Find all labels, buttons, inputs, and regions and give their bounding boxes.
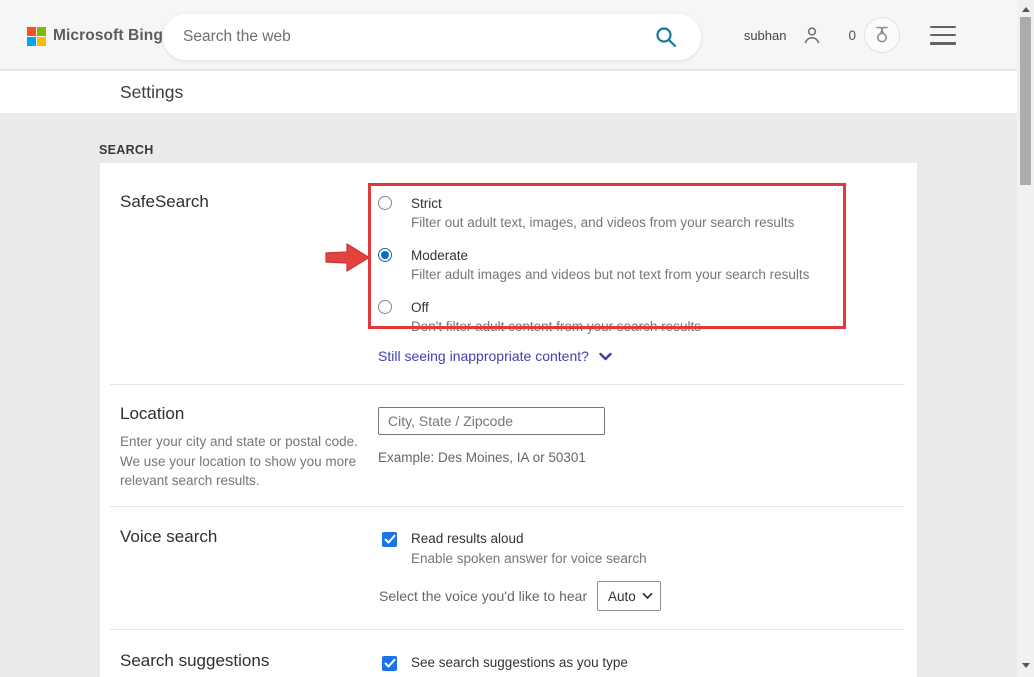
voice-search-heading: Voice search [120,527,217,547]
location-input[interactable] [378,407,605,435]
section-divider [110,506,905,507]
section-divider [110,384,905,385]
option-label: Strict [411,194,858,213]
checkmark-icon [384,658,396,669]
user-profile-icon[interactable] [802,25,822,45]
location-example: Example: Des Moines, IA or 50301 [378,450,586,465]
option-label: Moderate [411,246,858,265]
page-title: Settings [120,82,183,103]
chevron-down-icon [599,352,612,361]
safesearch-heading: SafeSearch [120,192,209,212]
search-section-header: SEARCH [99,143,154,157]
inappropriate-content-link[interactable]: Still seeing inappropriate content? [378,348,612,364]
settings-panel: SafeSearch Strict Filter out adult text,… [100,163,917,677]
vertical-scrollbar[interactable] [1017,0,1034,677]
hamburger-menu-icon[interactable] [930,26,956,45]
search-suggestions-checkbox[interactable] [382,656,397,671]
location-heading: Location [120,404,184,424]
rewards-count[interactable]: 0 [848,28,856,43]
safesearch-option-off[interactable]: Off Don't filter adult content from your… [378,298,858,337]
radio-strict[interactable] [378,196,392,210]
scrollbar-thumb[interactable] [1020,17,1031,185]
voice-select-dropdown[interactable]: Auto [597,581,661,611]
safesearch-option-strict[interactable]: Strict Filter out adult text, images, an… [378,194,858,233]
option-description: Filter out adult text, images, and video… [411,213,858,233]
search-icon[interactable] [653,24,679,50]
voice-select-label: Select the voice you'd like to hear [379,588,587,604]
top-header: Microsoft Bing Search the web subhan 0 [0,0,1034,70]
safesearch-option-moderate[interactable]: Moderate Filter adult images and videos … [378,246,858,285]
annotation-arrow-icon [324,240,372,281]
read-results-aloud-checkbox[interactable] [382,532,397,547]
scrollbar-down-arrow-icon[interactable] [1022,663,1030,668]
search-box[interactable]: Search the web [163,14,701,60]
radio-off[interactable] [378,300,392,314]
checkmark-icon [384,534,396,545]
chevron-down-icon [642,592,653,600]
option-description: Filter adult images and videos but not t… [411,265,858,285]
scrollbar-up-arrow-icon[interactable] [1022,7,1030,12]
microsoft-logo-icon [27,27,45,45]
rewards-medal-icon[interactable] [864,17,900,53]
section-divider [110,629,905,630]
option-description: Don't filter adult content from your sea… [411,317,858,337]
search-input[interactable]: Search the web [183,28,653,46]
voice-selected-value: Auto [608,589,636,604]
option-label: Off [411,298,858,317]
username-label[interactable]: subhan [744,28,787,43]
voice-checkbox-description: Enable spoken answer for voice search [411,551,647,566]
radio-moderate[interactable] [378,248,392,262]
location-description: Enter your city and state or postal code… [120,432,362,491]
suggestions-checkbox-label[interactable]: See search suggestions as you type [411,655,628,670]
microsoft-bing-logo[interactable]: Microsoft Bing [27,27,163,45]
voice-checkbox-label[interactable]: Read results aloud [411,531,524,546]
settings-title-band: Settings [0,71,1017,113]
search-suggestions-heading: Search suggestions [120,651,269,671]
header-right-cluster: subhan 0 [744,0,956,70]
logo-text: Microsoft Bing [53,27,163,45]
link-label: Still seeing inappropriate content? [378,348,589,364]
safesearch-options: Strict Filter out adult text, images, an… [378,194,858,350]
